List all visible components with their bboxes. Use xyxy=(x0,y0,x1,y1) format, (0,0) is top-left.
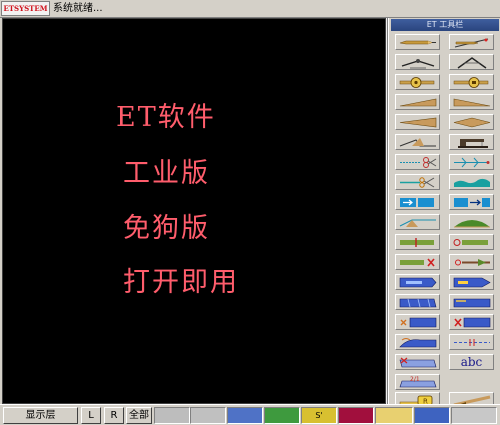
pocket-icon xyxy=(399,357,437,368)
tape-measure-tool-button[interactable] xyxy=(395,74,440,90)
panel-blue-icon xyxy=(399,277,437,288)
bar-insert-icon xyxy=(400,238,434,247)
palette-title: ET 工具栏 xyxy=(391,19,499,31)
arc-label-text: 2/1 xyxy=(410,376,420,383)
double-wedge-icon xyxy=(399,117,437,128)
panel-pleat-tool-button[interactable] xyxy=(395,294,440,310)
layer-l-button[interactable]: L xyxy=(81,407,101,424)
notch-cut-tool-button[interactable] xyxy=(395,134,440,150)
bar-delete-icon xyxy=(400,258,435,267)
move-right-icon xyxy=(400,198,434,207)
pencil-icon xyxy=(399,40,436,45)
sleeve-tool-button[interactable] xyxy=(395,334,440,350)
panel-cut-icon xyxy=(400,317,437,328)
color-swatch-1[interactable] xyxy=(154,407,190,424)
panel-cut-alt-icon xyxy=(454,317,491,328)
panel-cut-tool-button[interactable] xyxy=(395,314,440,330)
scissors-alt-tool-button[interactable] xyxy=(395,174,440,190)
bar-rotate-icon xyxy=(453,239,488,246)
layer-all-button[interactable]: 全部 xyxy=(126,407,152,424)
pocket-tool-button[interactable] xyxy=(395,354,440,370)
color-swatch-9[interactable] xyxy=(451,407,497,424)
compass-open-tool-button[interactable] xyxy=(449,54,494,70)
color-swatch-6[interactable] xyxy=(338,407,374,424)
measure-arc-tool-button[interactable]: 2/1 xyxy=(395,374,440,390)
teal-wave-icon xyxy=(454,178,490,187)
dash-line-icon xyxy=(454,339,490,346)
tape-measure-icon xyxy=(399,77,435,88)
display-layer-button[interactable]: 显示层 xyxy=(3,407,78,424)
scissors-icon xyxy=(400,157,437,168)
bar-rotate-tool-button[interactable] xyxy=(449,234,494,250)
drawing-canvas[interactable]: ET软件 工业版 免狗版 打开即用 xyxy=(2,18,386,404)
measure-arc-icon: 2/1 xyxy=(399,376,437,388)
green-mound-icon xyxy=(454,220,490,228)
blade-taper-icon xyxy=(399,98,437,107)
color-swatch-2[interactable] xyxy=(190,407,226,424)
bar-insert-tool-button[interactable] xyxy=(395,234,440,250)
double-wedge-tool-button[interactable] xyxy=(395,114,440,130)
panel-cut-alt-tool-button[interactable] xyxy=(449,314,494,330)
abc-text-tool-button[interactable]: abc xyxy=(449,354,494,370)
double-wedge-alt-tool-button[interactable] xyxy=(449,114,494,130)
color-swatch-4[interactable] xyxy=(264,407,300,424)
teal-wave-tool-button[interactable] xyxy=(449,174,494,190)
compass-tool-button[interactable] xyxy=(395,54,440,70)
fold-line-icon xyxy=(399,219,436,227)
dash-line-tool-button[interactable] xyxy=(449,334,494,350)
color-swatch-3[interactable] xyxy=(227,407,263,424)
bar-delete-tool-button[interactable] xyxy=(395,254,440,270)
pencil-tool-button[interactable] xyxy=(395,34,440,50)
arrow-split-tool-button[interactable] xyxy=(449,154,494,170)
arrow-split-icon xyxy=(454,157,490,168)
panel-blue-alt-icon xyxy=(453,277,491,288)
move-left-tool-button[interactable] xyxy=(449,194,494,210)
move-left-icon xyxy=(454,198,490,207)
fold-line-tool-button[interactable] xyxy=(395,214,440,230)
panel-blue-alt-tool-button[interactable] xyxy=(449,274,494,290)
blade-taper-alt-tool-button[interactable] xyxy=(449,94,494,110)
color-swatch-7[interactable] xyxy=(375,407,413,424)
tape-measure-alt-tool-button[interactable] xyxy=(449,74,494,90)
panel-blue-tool-button[interactable] xyxy=(395,274,440,290)
scissors-alt-icon xyxy=(400,177,435,188)
pin-line-tool-button[interactable] xyxy=(449,254,494,270)
sewing-machine-tool-button[interactable] xyxy=(449,134,494,150)
layer-r-button[interactable]: R xyxy=(104,407,124,424)
pin-line-icon xyxy=(455,259,490,266)
sewing-machine-icon xyxy=(458,139,488,148)
status-toolbar: 显示层 L R 全部 S' xyxy=(0,404,500,425)
green-mound-tool-button[interactable] xyxy=(449,214,494,230)
color-swatch-8[interactable] xyxy=(414,407,450,424)
angle-pencil-tool-button[interactable] xyxy=(449,34,494,50)
title-bar: ETSYSTEM 系统就绪... xyxy=(0,0,500,18)
color-swatch-5[interactable]: S' xyxy=(301,407,337,424)
etsystem-logo: ETSYSTEM xyxy=(1,1,50,16)
status-text: 系统就绪... xyxy=(53,3,103,14)
move-right-tool-button[interactable] xyxy=(395,194,440,210)
panel-pleat-alt-tool-button[interactable] xyxy=(449,294,494,310)
scissors-tool-button[interactable] xyxy=(395,154,440,170)
notch-cut-icon xyxy=(399,138,436,147)
double-wedge-alt-icon xyxy=(453,117,491,128)
compass-icon xyxy=(401,59,435,69)
tape-measure-alt-icon xyxy=(453,77,489,88)
panel-pleat-alt-icon xyxy=(453,298,491,308)
tool-palette: ET 工具栏 abc 2/1 R xyxy=(388,18,500,408)
compass-open-icon xyxy=(457,57,487,69)
sleeve-icon xyxy=(399,338,437,348)
blade-taper-alt-icon xyxy=(453,98,491,107)
blade-taper-tool-button[interactable] xyxy=(395,94,440,110)
panel-pleat-icon xyxy=(399,298,437,308)
abc-text-label: abc xyxy=(460,355,483,369)
angle-pencil-icon xyxy=(454,38,489,48)
